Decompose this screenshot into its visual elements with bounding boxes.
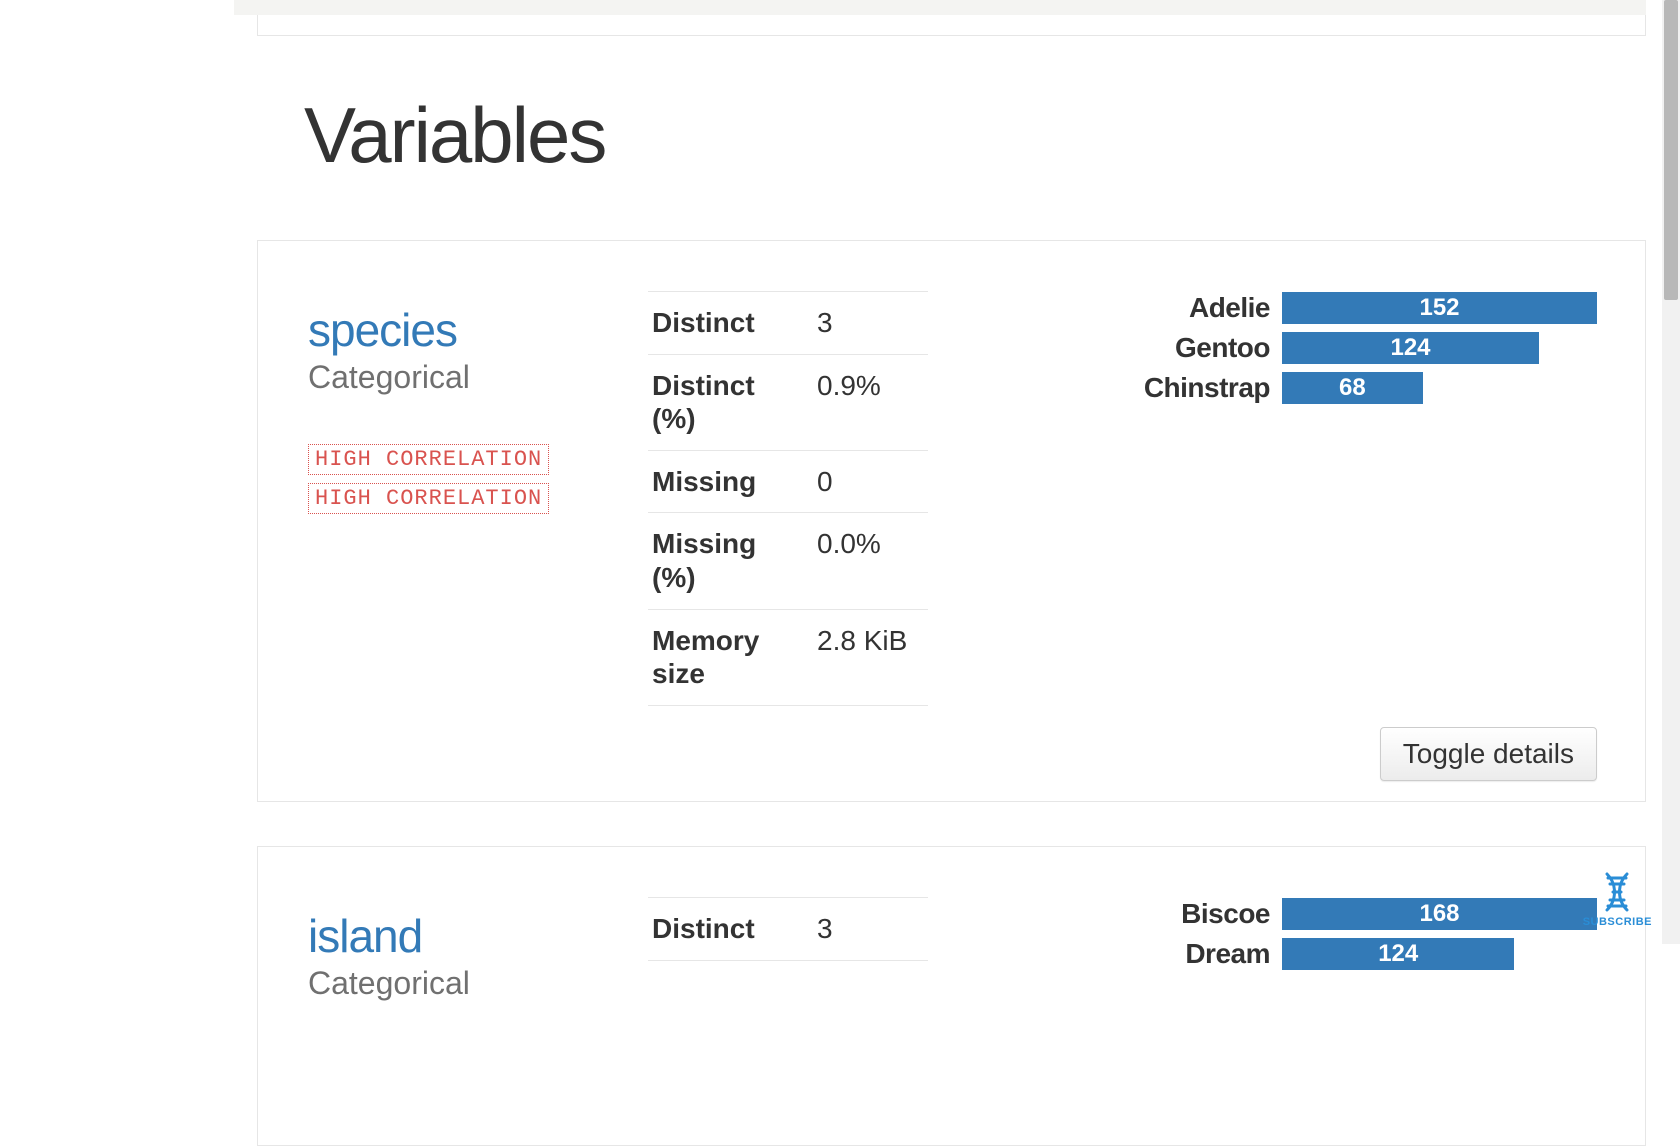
stat-label: Distinct	[648, 898, 813, 961]
stat-label: Distinct	[648, 292, 813, 355]
stat-value: 0	[813, 450, 928, 513]
freq-bar: 152	[1282, 292, 1597, 324]
freq-label: Dream	[1137, 938, 1282, 970]
freq-row: Adelie 152	[1137, 291, 1597, 325]
dna-icon	[1595, 870, 1639, 914]
stat-row: Distinct (%) 0.9%	[648, 354, 928, 450]
report-page: Variables species Categorical HIGH CORRE…	[0, 0, 1680, 944]
stat-row: Missing (%) 0.0%	[648, 513, 928, 609]
top-bar	[234, 0, 1646, 15]
variable-name-link[interactable]: island	[308, 909, 628, 963]
stat-value: 0.9%	[813, 354, 928, 450]
stat-row: Distinct 3	[648, 292, 928, 355]
stat-value: 0.0%	[813, 513, 928, 609]
subscribe-badge[interactable]: SUBSCRIBE	[1583, 870, 1652, 928]
warning-badge[interactable]: HIGH CORRELATION	[308, 444, 549, 475]
freq-bar: 124	[1282, 332, 1539, 364]
freq-bar-wrap: 68	[1282, 372, 1597, 404]
stats-table: Distinct 3	[648, 897, 928, 961]
stat-value: 2.8 KiB	[813, 609, 928, 705]
stat-row: Distinct 3	[648, 898, 928, 961]
freq-row: Gentoo 124	[1137, 331, 1597, 365]
variable-name-link[interactable]: species	[308, 303, 628, 357]
stat-row: Missing 0	[648, 450, 928, 513]
freq-bar-wrap: 152	[1282, 292, 1597, 324]
freq-label: Gentoo	[1137, 332, 1282, 364]
variable-type-label: Categorical	[308, 359, 628, 396]
stat-value: 3	[813, 898, 928, 961]
freq-bar-wrap: 124	[1282, 938, 1597, 970]
scrollbar-thumb[interactable]	[1664, 0, 1678, 300]
stat-label: Missing (%)	[648, 513, 813, 609]
warnings-container: HIGH CORRELATION HIGH CORRELATION	[308, 444, 628, 522]
freq-bar-wrap: 124	[1282, 332, 1597, 364]
subscribe-label: SUBSCRIBE	[1583, 916, 1652, 928]
variable-header: species Categorical HIGH CORRELATION HIG…	[308, 303, 628, 522]
section-title: Variables	[304, 90, 605, 181]
stat-value: 3	[813, 292, 928, 355]
variable-type-label: Categorical	[308, 965, 628, 1002]
warning-badge[interactable]: HIGH CORRELATION	[308, 483, 549, 514]
stat-row: Memory size 2.8 KiB	[648, 609, 928, 705]
freq-row: Chinstrap 68	[1137, 371, 1597, 405]
frequency-chart: Adelie 152 Gentoo 124 Chinstrap 68	[1137, 291, 1597, 411]
freq-row: Dream 124	[1137, 937, 1597, 971]
variable-card-species: species Categorical HIGH CORRELATION HIG…	[257, 240, 1646, 802]
freq-bar: 68	[1282, 372, 1423, 404]
scrollbar-track[interactable]	[1662, 0, 1680, 944]
variable-card-island: island Categorical Distinct 3 Biscoe 168…	[257, 846, 1646, 1146]
freq-bar-wrap: 168	[1282, 898, 1597, 930]
frequency-chart: Biscoe 168 Dream 124	[1137, 897, 1597, 977]
freq-label: Biscoe	[1137, 898, 1282, 930]
stat-label: Memory size	[648, 609, 813, 705]
stat-label: Missing	[648, 450, 813, 513]
freq-label: Adelie	[1137, 292, 1282, 324]
stats-table: Distinct 3 Distinct (%) 0.9% Missing 0 M…	[648, 291, 928, 706]
stat-label: Distinct (%)	[648, 354, 813, 450]
toggle-details-button[interactable]: Toggle details	[1380, 727, 1597, 781]
freq-bar: 168	[1282, 898, 1597, 930]
freq-bar: 124	[1282, 938, 1514, 970]
freq-row: Biscoe 168	[1137, 897, 1597, 931]
variable-header: island Categorical	[308, 909, 628, 1002]
freq-label: Chinstrap	[1137, 372, 1282, 404]
